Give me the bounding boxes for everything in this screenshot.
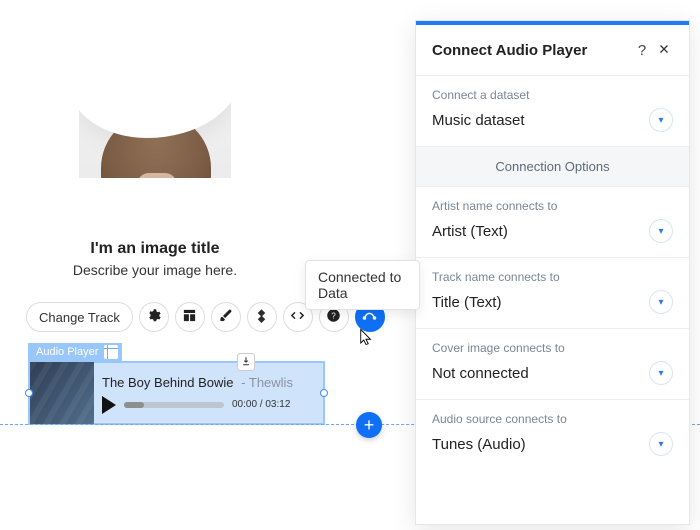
chevron-down-icon: ▾ (658, 226, 663, 237)
download-icon (241, 356, 251, 369)
svg-text:?: ? (332, 311, 337, 320)
section-dataset: Connect a dataset Music dataset ▾ (416, 76, 689, 147)
resize-handle-right[interactable] (320, 389, 328, 397)
chevron-down-icon: ▾ (658, 368, 663, 379)
image-block: I'm an image title Describe your image h… (50, 28, 260, 278)
brush-icon (218, 308, 233, 327)
audio-player-label: Audio Player (36, 345, 98, 359)
image-subtitle: Describe your image here. (50, 262, 260, 278)
element-label-chip: Audio Player (28, 343, 122, 361)
audio-source-expand[interactable]: ▾ (649, 432, 673, 456)
canvas-stage: I'm an image title Describe your image h… (0, 0, 420, 530)
track-label: Track name connects to (432, 270, 673, 284)
album-art (30, 362, 94, 424)
audio-controls: 00:00 / 03:12 (102, 396, 315, 414)
track-value[interactable]: Title (Text) (432, 294, 641, 311)
plus-icon: + (364, 415, 375, 436)
cover-image[interactable] (79, 28, 231, 228)
section-track: Track name connects to Title (Text) ▾ (416, 258, 689, 329)
download-button[interactable] (237, 353, 255, 371)
chevron-down-icon: ▾ (658, 297, 663, 308)
data-connect-icon (362, 308, 377, 327)
toolbar-tooltip: Connected to Data (305, 260, 420, 310)
cover-value[interactable]: Not connected (432, 365, 641, 382)
panel-help-button[interactable]: ? (631, 39, 653, 61)
resize-handle-left[interactable] (25, 389, 33, 397)
dataset-label: Connect a dataset (432, 88, 673, 102)
artist-expand[interactable]: ▾ (649, 219, 673, 243)
cover-label: Cover image connects to (432, 341, 673, 355)
progress-bar[interactable] (124, 402, 224, 408)
change-track-button[interactable]: Change Track (26, 302, 133, 332)
stretch-icon (290, 308, 305, 327)
close-icon (658, 42, 670, 59)
audio-player-card[interactable]: The Boy Behind Bowie - Thewlis 00:00 / 0… (28, 361, 325, 425)
help-icon: ? (638, 42, 646, 59)
time-display: 00:00 / 03:12 (232, 399, 290, 410)
track-line: The Boy Behind Bowie - Thewlis (102, 375, 315, 390)
audio-source-value[interactable]: Tunes (Audio) (432, 436, 641, 453)
track-expand[interactable]: ▾ (649, 290, 673, 314)
cover-expand[interactable]: ▾ (649, 361, 673, 385)
image-title: I'm an image title (50, 240, 260, 258)
connect-panel: Connect Audio Player ? Connect a dataset… (415, 20, 690, 525)
element-label-icon (104, 345, 118, 359)
layout-button[interactable] (175, 302, 205, 332)
connection-options-header: Connection Options (416, 147, 689, 187)
audio-source-label: Audio source connects to (432, 412, 673, 426)
track-artist: - Thewlis (241, 375, 293, 390)
section-cover: Cover image connects to Not connected ▾ (416, 329, 689, 400)
diamond-icon (254, 308, 269, 327)
help-icon: ? (326, 308, 341, 327)
chevron-down-icon: ▾ (658, 439, 663, 450)
chevron-down-icon: ▾ (658, 115, 663, 126)
section-audio-source: Audio source connects to Tunes (Audio) ▾ (416, 400, 689, 470)
section-artist: Artist name connects to Artist (Text) ▾ (416, 187, 689, 258)
settings-button[interactable] (139, 302, 169, 332)
panel-title: Connect Audio Player (432, 42, 631, 59)
animation-button[interactable] (247, 302, 277, 332)
panel-header: Connect Audio Player ? (416, 25, 689, 76)
audio-player-element[interactable]: Audio Player The Boy Behind Bowie - Thew… (28, 342, 325, 425)
audio-meta: The Boy Behind Bowie - Thewlis 00:00 / 0… (94, 363, 323, 423)
design-button[interactable] (211, 302, 241, 332)
track-title: The Boy Behind Bowie (102, 375, 234, 390)
dataset-value[interactable]: Music dataset (432, 112, 641, 129)
play-button[interactable] (102, 396, 116, 414)
layout-icon (182, 308, 197, 327)
gear-icon (146, 308, 161, 327)
dataset-expand[interactable]: ▾ (649, 108, 673, 132)
artist-label: Artist name connects to (432, 199, 673, 213)
add-section-button[interactable]: + (356, 412, 382, 438)
panel-close-button[interactable] (653, 39, 675, 61)
artist-value[interactable]: Artist (Text) (432, 223, 641, 240)
